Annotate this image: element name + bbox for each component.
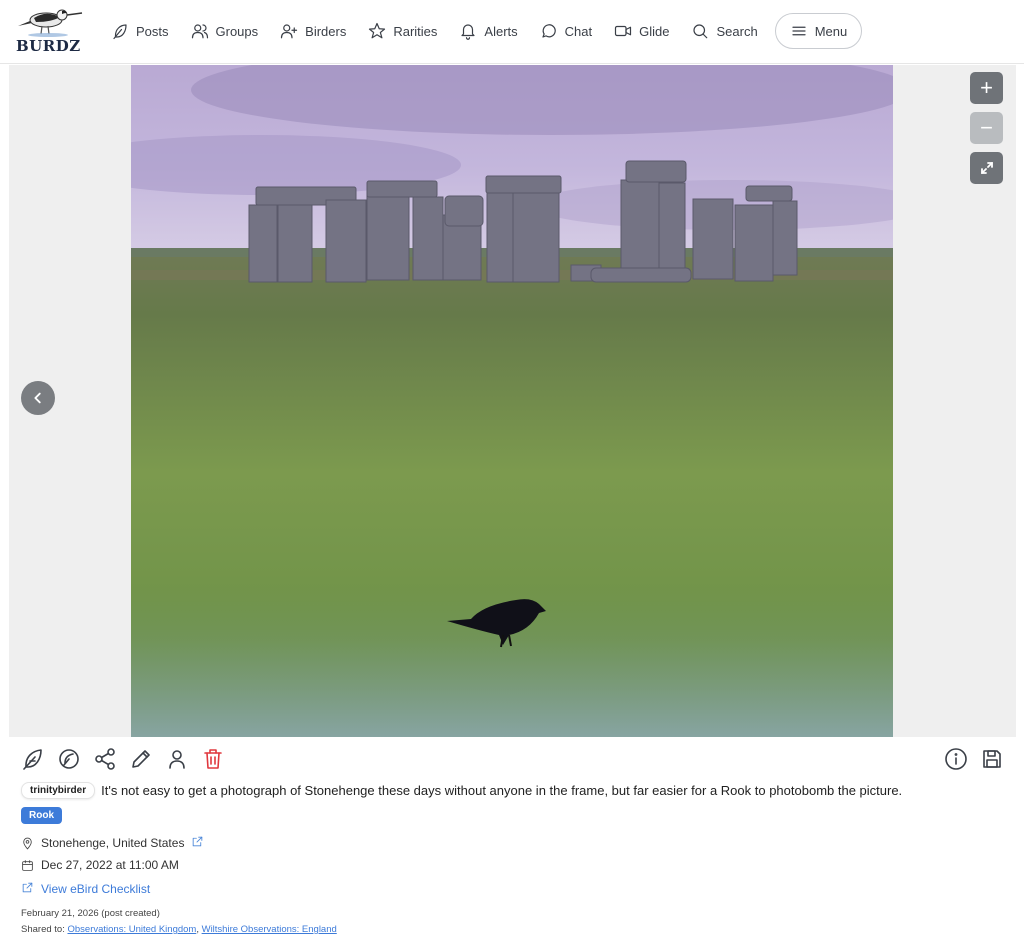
video-icon: [615, 25, 632, 37]
bell-icon: [461, 24, 476, 40]
ebird-row[interactable]: View eBird Checklist: [21, 881, 150, 897]
expand-icon: [980, 162, 993, 174]
info-icon: [945, 748, 967, 770]
post-caption: It's not easy to get a photograph of Sto…: [101, 783, 903, 798]
nav-posts-label: Posts: [136, 23, 169, 39]
like-button[interactable]: [21, 747, 45, 771]
location-row: Stonehenge, United States: [21, 835, 204, 851]
post-created-date: February 21, 2026 (post created): [21, 908, 160, 919]
feather-icon: [23, 749, 42, 770]
trash-icon: [204, 749, 222, 769]
logo-wordmark: BURDZ: [16, 37, 81, 55]
caption-row: trinitybirder It's not easy to get a pho…: [21, 782, 1011, 799]
nav-alerts-label: Alerts: [484, 23, 518, 39]
feather-icon: [113, 24, 127, 40]
nav-birders[interactable]: Birders: [269, 13, 357, 49]
zoom-in-button[interactable]: +: [970, 72, 1003, 104]
delete-button[interactable]: [201, 747, 225, 771]
pencil-icon: [132, 750, 150, 768]
ebird-external-link-icon-wrap: [21, 881, 34, 897]
person-icon: [169, 750, 185, 769]
info-button[interactable]: [944, 747, 968, 771]
star-icon: [369, 22, 386, 39]
external-link-icon: [22, 882, 33, 893]
comment-button[interactable]: [57, 747, 81, 771]
shared-group-link[interactable]: Wiltshire Observations: England: [202, 924, 337, 935]
date-row: Dec 27, 2022 at 11:00 AM: [21, 858, 179, 872]
post-secondary-actions: [944, 747, 1004, 771]
search-icon: [693, 24, 708, 39]
nav-rarities-label: Rarities: [393, 23, 438, 39]
shared-to-label: Shared to:: [21, 924, 65, 935]
user-plus-icon: [281, 24, 298, 39]
share-button[interactable]: [93, 747, 117, 771]
post-action-bar: [21, 747, 225, 771]
username-chip[interactable]: trinitybirder: [21, 782, 96, 799]
menu-button-label: Menu: [814, 23, 848, 39]
floppy-disk-icon: [983, 750, 1001, 768]
photo-viewer: + −: [9, 65, 1016, 737]
zoom-out-button[interactable]: −: [970, 112, 1003, 144]
stonehenge-rook-photo: [131, 65, 893, 737]
shared-to-row: Shared to: Observations: United Kingdom,…: [21, 924, 337, 935]
post-details: trinitybirder It's not easy to get a pho…: [9, 737, 1016, 947]
nav-glide-label: Glide: [639, 23, 670, 39]
location-external-link[interactable]: [191, 835, 204, 851]
profile-button[interactable]: [165, 747, 189, 771]
post-photo[interactable]: [131, 65, 893, 737]
nav-rarities[interactable]: Rarities: [357, 13, 448, 49]
nav-search[interactable]: Search: [680, 13, 768, 49]
nav-glide[interactable]: Glide: [603, 13, 680, 49]
species-tag[interactable]: Rook: [21, 807, 62, 824]
edit-button[interactable]: [129, 747, 153, 771]
ebird-checklist-link[interactable]: View eBird Checklist: [41, 882, 150, 896]
shared-groups-separator: ,: [196, 924, 199, 935]
share-icon: [95, 748, 115, 770]
shared-group-link[interactable]: Observations: United Kingdom: [67, 924, 196, 935]
fullscreen-button[interactable]: [970, 152, 1003, 184]
location-text: Stonehenge, United States: [41, 836, 185, 850]
bird-logo-icon: [18, 9, 83, 37]
menu-button[interactable]: Menu: [774, 13, 863, 49]
nav-groups[interactable]: Groups: [180, 13, 270, 49]
nav-search-label: Search: [716, 23, 758, 39]
users-icon: [191, 24, 208, 39]
burdz-logo[interactable]: BURDZ: [12, 4, 86, 56]
external-link-icon: [193, 836, 203, 847]
feather-bubble-icon: [59, 749, 79, 769]
chevron-left-icon: [34, 392, 41, 404]
nav-groups-label: Groups: [215, 23, 259, 39]
map-pin-icon: [23, 837, 32, 849]
chat-bubble-icon: [542, 24, 556, 38]
nav-birders-label: Birders: [305, 23, 347, 39]
nav-chat-label: Chat: [564, 23, 593, 39]
main-nav: Posts Groups Birders Rarities Alerts Cha…: [100, 13, 863, 49]
nav-alerts[interactable]: Alerts: [448, 13, 528, 49]
save-button[interactable]: [980, 747, 1004, 771]
previous-photo-button[interactable]: [21, 381, 55, 415]
nav-chat[interactable]: Chat: [529, 13, 603, 49]
top-navigation-bar: BURDZ Posts Groups Birders Rarities Aler…: [0, 0, 1024, 64]
nav-posts[interactable]: Posts: [100, 13, 180, 49]
hamburger-menu-icon: [792, 26, 806, 36]
observation-datetime: Dec 27, 2022 at 11:00 AM: [41, 858, 179, 872]
calendar-icon: [22, 859, 33, 871]
